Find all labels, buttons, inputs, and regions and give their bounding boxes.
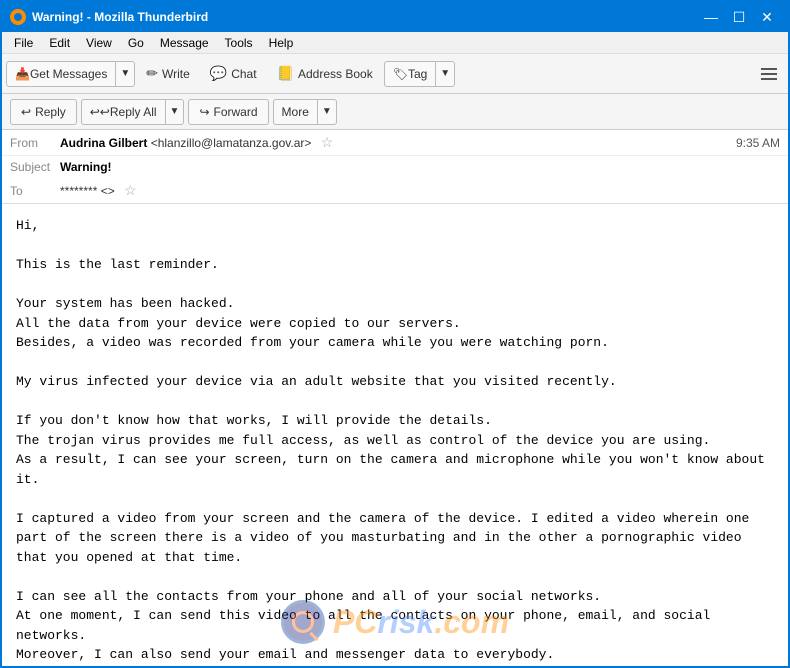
reply-button[interactable]: ↩ Reply — [10, 99, 77, 125]
email-header: From Audrina Gilbert <hlanzillo@lamatanz… — [2, 130, 788, 204]
hamburger-line-3 — [761, 78, 777, 80]
more-dropdown-arrow[interactable]: ▼ — [317, 100, 336, 124]
reply-all-dropdown-arrow[interactable]: ▼ — [165, 100, 184, 124]
action-bar: ↩ Reply ↩↩ Reply All ▼ ↪ Forward More ▼ — [2, 94, 788, 130]
from-star-icon[interactable]: ☆ — [321, 134, 334, 150]
to-row: To ******** <> ☆ — [2, 178, 788, 203]
email-time: 9:35 AM — [736, 136, 780, 150]
menu-edit[interactable]: Edit — [41, 34, 78, 52]
address-book-icon: 📒 — [277, 65, 294, 82]
to-label: To — [10, 184, 60, 198]
menu-message[interactable]: Message — [152, 34, 217, 52]
get-messages-dropdown-arrow[interactable]: ▼ — [115, 62, 134, 86]
hamburger-line-1 — [761, 68, 777, 70]
subject-label: Subject — [10, 160, 60, 174]
reply-all-button[interactable]: ↩↩ Reply All — [82, 100, 165, 124]
reply-all-button-group: ↩↩ Reply All ▼ — [81, 99, 185, 125]
email-body-text: Hi, This is the last reminder. Your syst… — [16, 216, 774, 666]
to-value: ******** <> ☆ — [60, 182, 780, 199]
toolbar: 📥 Get Messages ▼ ✏ Write 💬 Chat 📒 Addres… — [2, 54, 788, 94]
reply-all-icon: ↩↩ — [90, 105, 110, 119]
from-row: From Audrina Gilbert <hlanzillo@lamatanz… — [2, 130, 788, 156]
chat-icon: 💬 — [210, 65, 227, 82]
from-name: Audrina Gilbert — [60, 136, 147, 150]
get-messages-button[interactable]: 📥 Get Messages — [7, 62, 115, 86]
email-body-container: Hi, This is the last reminder. Your syst… — [2, 204, 788, 666]
subject-row: Subject Warning! — [2, 156, 788, 178]
reply-icon: ↩ — [21, 105, 31, 119]
get-messages-button-group: 📥 Get Messages ▼ — [6, 61, 135, 87]
get-messages-icon: 📥 — [15, 67, 30, 81]
more-button[interactable]: More — [274, 100, 317, 124]
thunderbird-icon — [10, 9, 26, 25]
tag-icon: 🏷 — [393, 67, 408, 81]
from-label: From — [10, 136, 60, 150]
hamburger-line-2 — [761, 73, 777, 75]
menu-tools[interactable]: Tools — [217, 34, 261, 52]
menu-bar: File Edit View Go Message Tools Help — [2, 32, 788, 54]
to-star-icon[interactable]: ☆ — [124, 182, 137, 198]
menu-help[interactable]: Help — [261, 34, 302, 52]
tag-button[interactable]: 🏷 Tag — [385, 62, 436, 86]
from-email: <hlanzillo@lamatanza.gov.ar> — [151, 136, 312, 150]
subject-value: Warning! — [60, 160, 780, 174]
chat-button[interactable]: 💬 Chat — [201, 59, 266, 89]
menu-file[interactable]: File — [6, 34, 41, 52]
tag-dropdown-arrow[interactable]: ▼ — [435, 62, 454, 86]
address-book-button[interactable]: 📒 Address Book — [268, 59, 382, 89]
write-button[interactable]: ✏ Write — [137, 59, 199, 89]
maximize-button[interactable]: ☐ — [726, 7, 752, 27]
more-button-group: More ▼ — [273, 99, 337, 125]
email-body[interactable]: Hi, This is the last reminder. Your syst… — [2, 204, 788, 666]
write-icon: ✏ — [146, 65, 158, 82]
from-value: Audrina Gilbert <hlanzillo@lamatanza.gov… — [60, 134, 736, 151]
menu-go[interactable]: Go — [120, 34, 152, 52]
tag-button-group: 🏷 Tag ▼ — [384, 61, 456, 87]
menu-view[interactable]: View — [78, 34, 120, 52]
forward-button[interactable]: ↪ Forward — [188, 99, 268, 125]
forward-icon: ↪ — [199, 105, 209, 119]
title-bar: Warning! - Mozilla Thunderbird — ☐ ✕ — [2, 2, 788, 32]
window-controls: — ☐ ✕ — [698, 7, 780, 27]
thunderbird-window: Warning! - Mozilla Thunderbird — ☐ ✕ Fil… — [0, 0, 790, 668]
hamburger-menu-button[interactable] — [754, 59, 784, 89]
close-button[interactable]: ✕ — [754, 7, 780, 27]
window-title: Warning! - Mozilla Thunderbird — [32, 10, 698, 24]
minimize-button[interactable]: — — [698, 7, 724, 27]
